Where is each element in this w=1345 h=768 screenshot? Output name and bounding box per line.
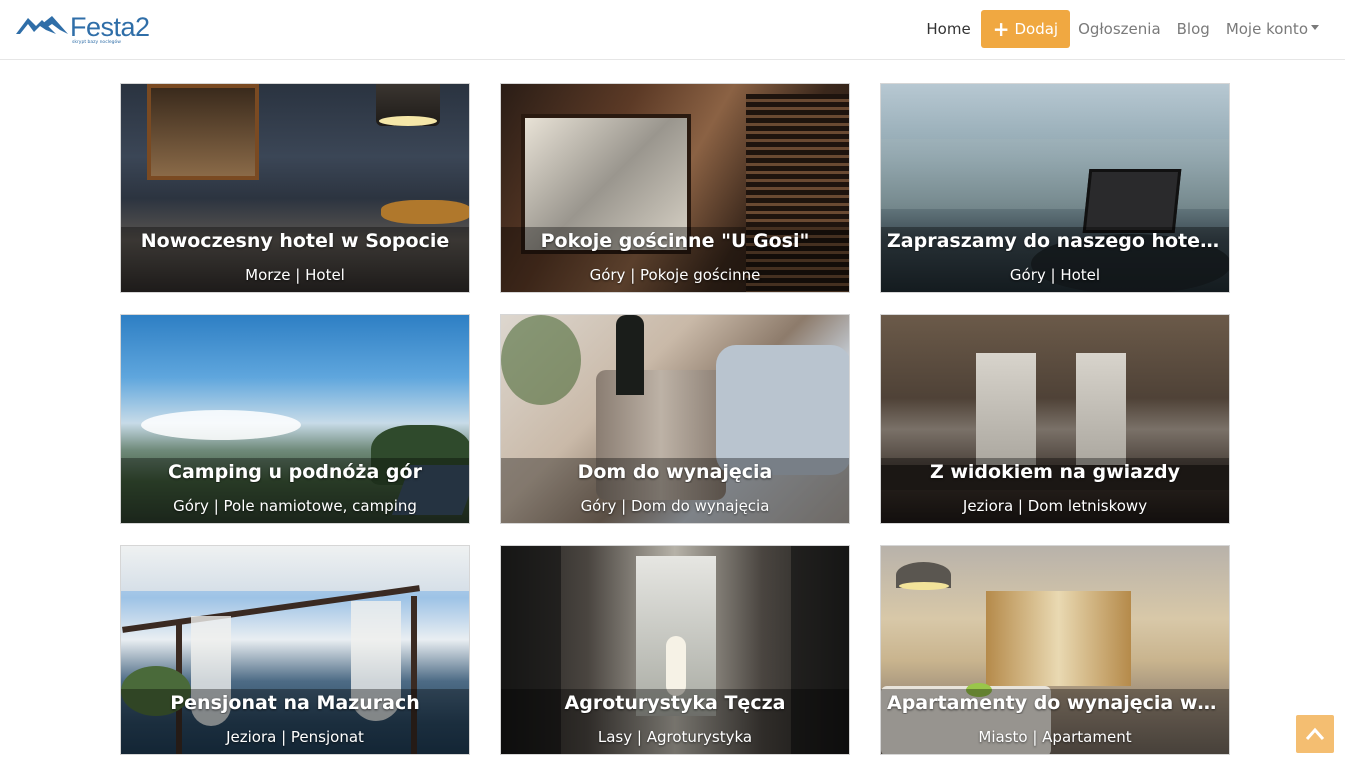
listing-card[interactable]: Z widokiem na gwiazdy Jeziora | Dom letn… (880, 314, 1230, 524)
listing-title[interactable]: Zapraszamy do naszego hotelu! (887, 230, 1223, 252)
nav-account-dropdown[interactable]: Moje konto (1218, 20, 1327, 38)
listing-meta: Jeziora | Pensjonat (226, 728, 364, 746)
chevron-up-icon (1305, 727, 1325, 740)
nav-blog[interactable]: Blog (1169, 20, 1218, 38)
listing-card[interactable]: Nowoczesny hotel w Sopocie Morze | Hotel (120, 83, 470, 293)
nav-account-label: Moje konto (1225, 20, 1308, 38)
listing-title[interactable]: Camping u podnóża gór (127, 461, 463, 483)
listing-title[interactable]: Apartamenty do wynajęcia w Warszawie (887, 692, 1223, 714)
listing-meta: Morze | Hotel (245, 266, 345, 284)
listing-card[interactable]: Camping u podnóża gór Góry | Pole namiot… (120, 314, 470, 524)
navbar: Festa2 skrypt bazy noclegów Home + Dodaj… (0, 0, 1345, 60)
listing-title[interactable]: Dom do wynajęcia (507, 461, 843, 483)
listing-meta: Miasto | Apartament (978, 728, 1132, 746)
add-listing-label: Dodaj (1014, 20, 1059, 38)
nav-listings[interactable]: Ogłoszenia (1070, 20, 1169, 38)
nav-home[interactable]: Home (918, 20, 978, 38)
brand-logo[interactable]: Festa2 skrypt bazy noclegów (16, 12, 156, 48)
main-nav: Home + Dodaj Ogłoszenia Blog Moje konto (918, 10, 1327, 48)
listing-card[interactable]: Zapraszamy do naszego hotelu! Góry | Hot… (880, 83, 1230, 293)
listing-meta: Lasy | Agroturystyka (597, 728, 753, 746)
listing-meta: Jeziora | Dom letniskowy (962, 497, 1148, 515)
listing-title[interactable]: Nowoczesny hotel w Sopocie (127, 230, 463, 252)
listing-title[interactable]: Agroturystyka Tęcza (507, 692, 843, 714)
listing-title[interactable]: Pokoje gościnne "U Gosi" (507, 230, 843, 252)
listing-meta: Góry | Pokoje gościnne (589, 266, 761, 284)
caret-down-icon (1311, 25, 1319, 30)
mountain-logo-icon (16, 16, 68, 34)
listing-card[interactable]: Agroturystyka Tęcza Lasy | Agroturystyka (500, 545, 850, 755)
listing-title[interactable]: Pensjonat na Mazurach (127, 692, 463, 714)
add-listing-button[interactable]: + Dodaj (980, 10, 1071, 48)
listing-meta: Góry | Dom do wynajęcia (580, 497, 770, 515)
listing-card[interactable]: Pokoje gościnne "U Gosi" Góry | Pokoje g… (500, 83, 850, 293)
listing-meta: Góry | Pole namiotowe, camping (173, 497, 417, 515)
listing-card[interactable]: Pensjonat na Mazurach Jeziora | Pensjona… (120, 545, 470, 755)
listing-title[interactable]: Z widokiem na gwiazdy (887, 461, 1223, 483)
scroll-to-top-button[interactable] (1296, 715, 1334, 753)
brand-tagline: skrypt bazy noclegów (72, 40, 121, 45)
listing-card[interactable]: Dom do wynajęcia Góry | Dom do wynajęcia (500, 314, 850, 524)
listing-meta: Góry | Hotel (1009, 266, 1101, 284)
listings-grid: Nowoczesny hotel w Sopocie Morze | Hotel… (120, 83, 1230, 755)
brand-name: Festa2 (70, 12, 150, 42)
listing-card[interactable]: Apartamenty do wynajęcia w Warszawie Mia… (880, 545, 1230, 755)
plus-icon: + (992, 17, 1010, 41)
